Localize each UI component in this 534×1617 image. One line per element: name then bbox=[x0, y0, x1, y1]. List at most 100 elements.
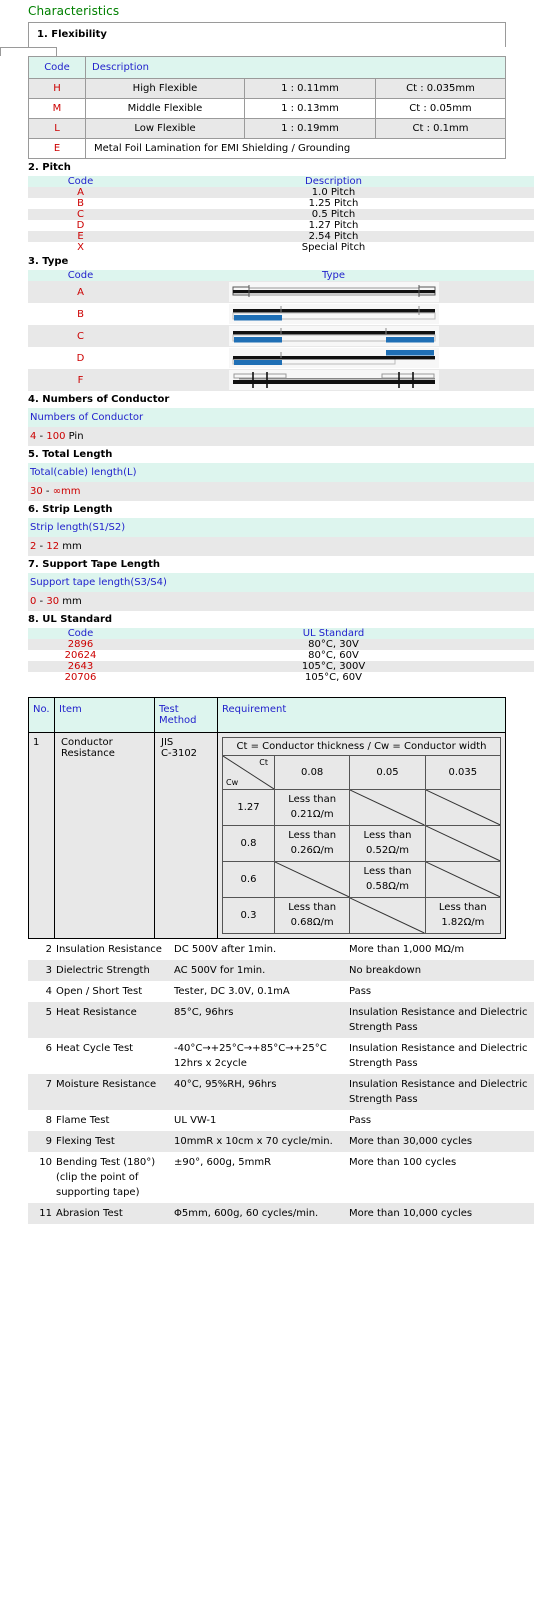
pitch-code: A bbox=[28, 187, 133, 198]
flex-ct: Ct : 0.035mm bbox=[375, 78, 506, 99]
table-row: B 1.25 Pitch bbox=[28, 198, 534, 209]
matrix-cw-value: 1.27 bbox=[222, 789, 275, 826]
matrix-ct-value: 0.05 bbox=[349, 755, 426, 790]
col-test-method: Test Method bbox=[154, 697, 218, 733]
flex-code: M bbox=[28, 98, 86, 119]
table-row: 2896 80°C, 30V bbox=[28, 639, 534, 650]
test-item: Insulation Resistance bbox=[56, 944, 162, 955]
matrix-caption: Ct = Conductor thickness / Cw = Conducto… bbox=[222, 737, 501, 756]
matrix-cell: Less than 0.52Ω/m bbox=[349, 825, 426, 862]
flexibility-heading: 1. Flexibility bbox=[29, 23, 505, 47]
flexibility-table: Code Description H High Flexible 1 : 0.1… bbox=[28, 56, 506, 159]
test-item: Abrasion Test bbox=[54, 1203, 172, 1224]
test-requirement: Insulation Resistance and Dielectric Str… bbox=[347, 1002, 534, 1038]
ul-value: 80°C, 30V bbox=[133, 639, 534, 650]
table-row: 2 Insulation Resistance DC 500V after 1m… bbox=[28, 939, 534, 960]
matrix-cw-value: 0.3 bbox=[222, 897, 275, 934]
support-tape-max: 30 bbox=[46, 596, 60, 607]
col-code: Code bbox=[28, 628, 133, 639]
table-row: 5 Heat Resistance 85°C, 96hrs Insulation… bbox=[28, 1002, 534, 1038]
matrix-cell-prefix: Less than bbox=[288, 902, 337, 913]
flex-ct: Ct : 0.1mm bbox=[375, 118, 506, 139]
pitch-description: 0.5 Pitch bbox=[133, 209, 534, 220]
matrix-cell-empty bbox=[349, 897, 426, 934]
test-item: Flexing Test bbox=[54, 1131, 172, 1152]
total-length-unit: mm bbox=[61, 486, 81, 497]
table-row: 1 Conductor Resistance JIS C-3102 Ct = C… bbox=[28, 732, 506, 939]
test-item: Dielectric Strength bbox=[54, 960, 172, 981]
test-method: DC 500V after 1min. bbox=[174, 944, 277, 955]
test-method: -40°C→+25°C→+85°C→+25°C 12hrs x 2cycle bbox=[174, 1043, 327, 1069]
requirements-table: No. Item Test Method Requirement 1 Condu… bbox=[28, 697, 506, 939]
table-row: 20706 105°C, 60V bbox=[28, 672, 534, 683]
support-tape-value: 0 - 30 mm bbox=[28, 592, 534, 611]
diagonal-strike-icon bbox=[275, 862, 350, 897]
matrix-cell-value: 0.68Ω/m bbox=[290, 916, 334, 928]
table-row: B bbox=[28, 303, 534, 325]
col-ul-standard: UL Standard bbox=[133, 628, 534, 639]
flex-ratio: 1 : 0.19mm bbox=[244, 118, 376, 139]
test-item: Heat Resistance bbox=[54, 1002, 172, 1038]
table-row: 4 Open / Short Test Tester, DC 3.0V, 0.1… bbox=[28, 981, 534, 1002]
resistance-no: 1 bbox=[28, 732, 55, 939]
cable-tape-opposite-sides-icon bbox=[228, 348, 439, 368]
col-no: No. bbox=[28, 697, 55, 733]
test-no: 10 bbox=[39, 1157, 52, 1168]
table-row: 6 Heat Cycle Test -40°C→+25°C→+85°C→+25°… bbox=[28, 1038, 534, 1074]
resistance-method-line1: JIS bbox=[161, 737, 174, 748]
diagonal-strike-icon bbox=[425, 790, 500, 825]
table-row: L Low Flexible 1 : 0.19mm Ct : 0.1mm bbox=[28, 118, 506, 139]
type-table: Code Type A B C D F bbox=[28, 270, 534, 391]
matrix-row: 0.6 Less than 0.58Ω/m bbox=[222, 861, 502, 898]
flex-description: Middle Flexible bbox=[85, 98, 245, 119]
pitch-code: C bbox=[28, 209, 133, 220]
matrix-cell-empty bbox=[424, 825, 502, 862]
conductors-value: 4 - 100 Pin bbox=[28, 427, 534, 446]
pitch-code: D bbox=[76, 220, 85, 231]
test-requirement: More than 30,000 cycles bbox=[347, 1131, 534, 1152]
matrix-cell-empty bbox=[424, 861, 502, 898]
matrix-cell-prefix: Less than bbox=[288, 794, 337, 805]
type-heading: 3. Type bbox=[28, 256, 69, 267]
table-row: C 0.5 Pitch bbox=[28, 209, 534, 220]
col-requirement: Requirement bbox=[217, 697, 506, 733]
conductors-heading: 4. Numbers of Conductor bbox=[28, 394, 170, 405]
resistance-method: JIS C-3102 bbox=[154, 732, 218, 939]
diagonal-strike-icon bbox=[350, 790, 425, 825]
strip-length-value: 2 - 12 mm bbox=[28, 537, 534, 556]
matrix-cw-value: 0.8 bbox=[222, 825, 275, 862]
table-row: F bbox=[28, 369, 534, 391]
test-no: 11 bbox=[28, 1203, 54, 1224]
flexibility-stub-row bbox=[0, 47, 534, 56]
pitch-code: E bbox=[28, 231, 133, 242]
col-description: Description bbox=[133, 176, 534, 187]
matrix-cell: Less than 0.26Ω/m bbox=[273, 825, 351, 862]
matrix-cell-value: 0.21Ω/m bbox=[290, 808, 334, 820]
test-no: 7 bbox=[28, 1074, 54, 1110]
test-method: 10mmR x 10cm x 70 cycle/min. bbox=[172, 1131, 347, 1152]
type-code: A bbox=[28, 281, 133, 303]
table-header-row: No. Item Test Method Requirement bbox=[28, 697, 506, 733]
matrix-ct-value: 0.08 bbox=[273, 755, 351, 790]
type-code: F bbox=[28, 369, 133, 391]
table-row: 3 Dielectric Strength AC 500V for 1min. … bbox=[28, 960, 534, 981]
type-code: C bbox=[28, 325, 133, 347]
test-method: 85°C, 96hrs bbox=[172, 1002, 347, 1038]
resistance-matrix-cell: Ct = Conductor thickness / Cw = Conducto… bbox=[217, 732, 506, 939]
test-method: Tester, DC 3.0V, 0.1mA bbox=[174, 986, 290, 997]
table-row: 8 Flame Test UL VW-1 Pass bbox=[28, 1110, 534, 1131]
strip-length-sep: - bbox=[36, 541, 47, 552]
ul-value: 105°C, 60V bbox=[305, 672, 362, 683]
strip-length-unit: mm bbox=[59, 541, 82, 552]
type-diagram-cell bbox=[133, 281, 534, 303]
cable-reinforced-both-ends-icon bbox=[228, 370, 439, 390]
table-row: 2643 105°C, 300V bbox=[28, 661, 534, 672]
matrix-cell: Less than 0.21Ω/m bbox=[273, 789, 351, 826]
test-requirement: More than 10,000 cycles bbox=[347, 1203, 534, 1224]
total-length-heading: 5. Total Length bbox=[28, 449, 113, 460]
strip-length-max: 12 bbox=[46, 541, 60, 552]
flex-description: High Flexible bbox=[85, 78, 245, 99]
flex-code: E bbox=[28, 138, 86, 159]
flex-description: Low Flexible bbox=[85, 118, 245, 139]
matrix-cell: Less than 1.82Ω/m bbox=[424, 897, 502, 934]
